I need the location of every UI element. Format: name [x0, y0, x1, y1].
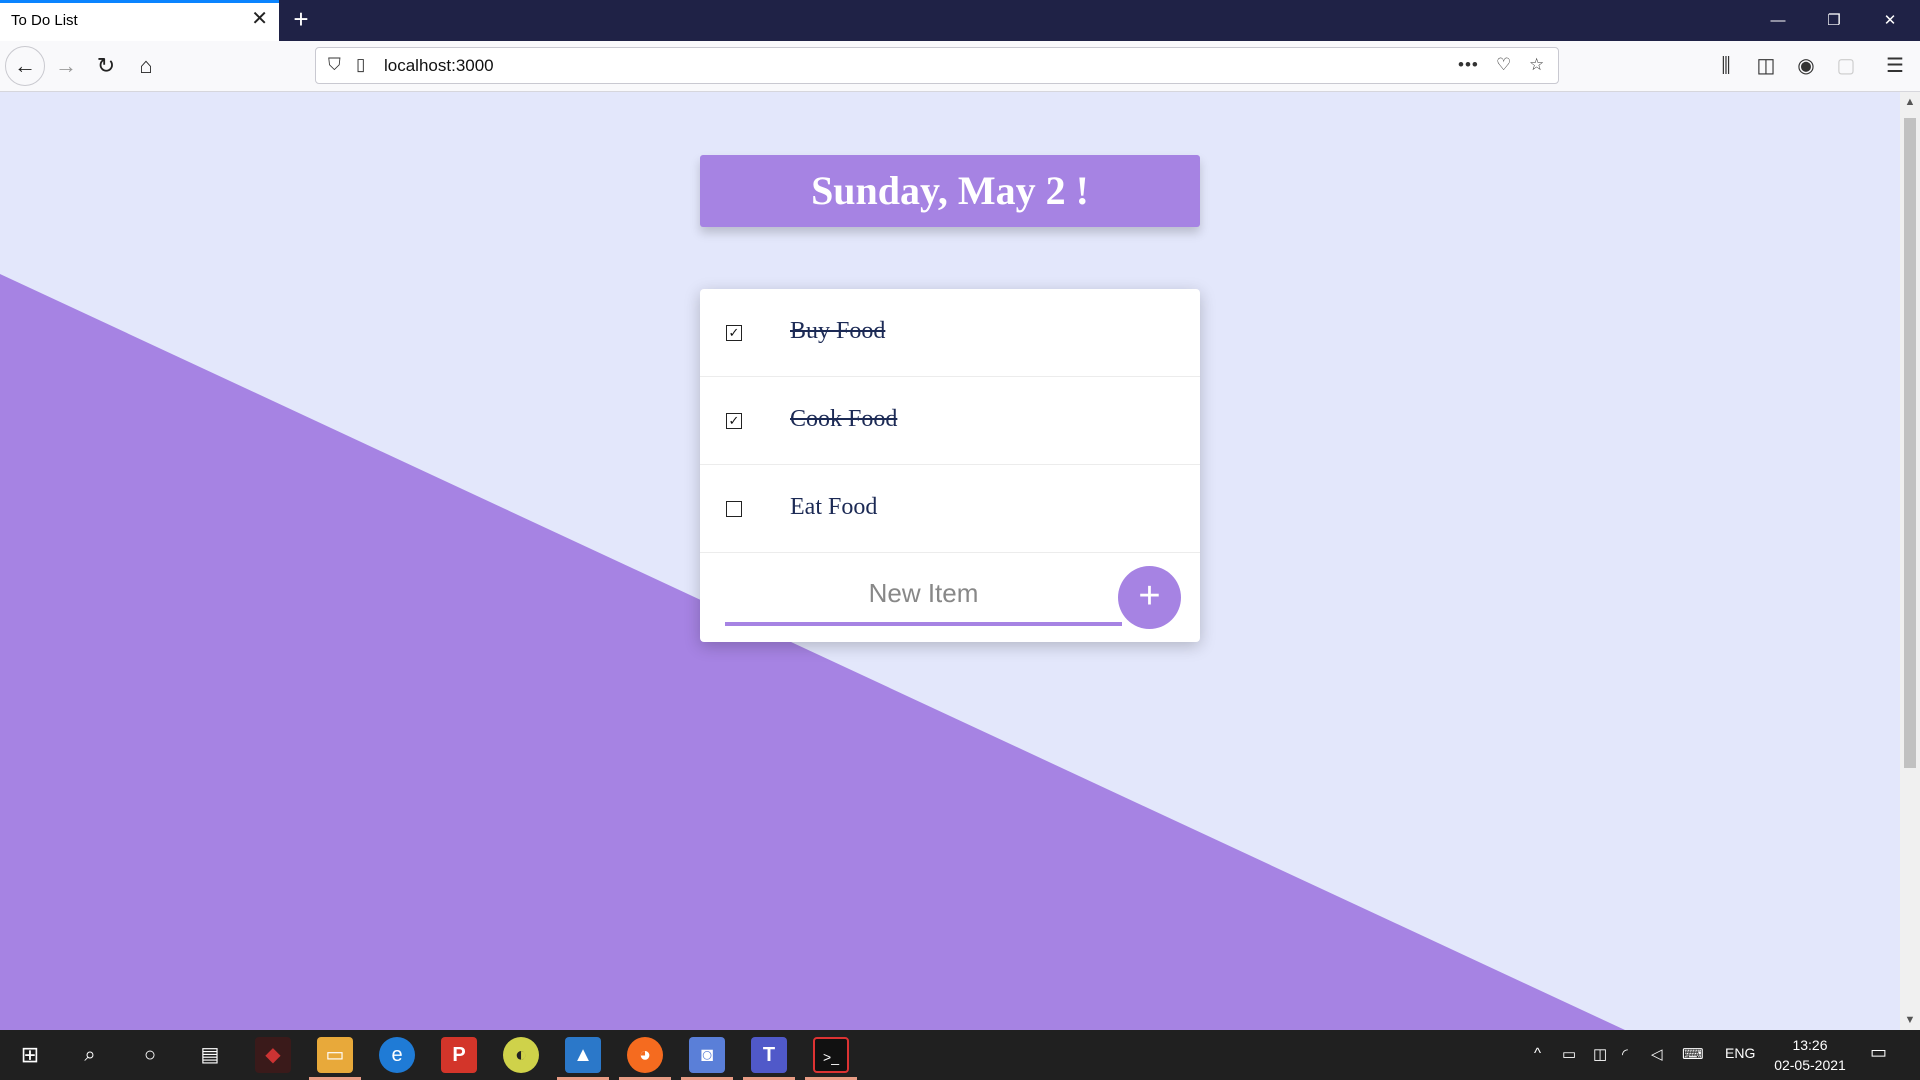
- forward-button[interactable]: →: [48, 48, 84, 84]
- scroll-up-icon[interactable]: ▲: [1900, 92, 1920, 112]
- search-icon[interactable]: ⌕: [72, 1037, 108, 1073]
- item-label: Cook Food: [790, 406, 898, 432]
- predator-app-icon[interactable]: ◆: [255, 1037, 291, 1073]
- clock-date: 02-05-2021: [1774, 1057, 1846, 1073]
- url-text[interactable]: localhost:3000: [384, 56, 494, 76]
- wifi-icon[interactable]: ◜: [1622, 1045, 1628, 1063]
- shield-icon[interactable]: ⛉: [328, 55, 341, 75]
- item-checkbox[interactable]: [726, 501, 742, 517]
- terminal-icon[interactable]: >_: [813, 1037, 849, 1073]
- item-label: Eat Food: [790, 494, 878, 520]
- url-bar[interactable]: ⛉ ▯ localhost:3000 ••• ♡ ☆: [315, 47, 1559, 84]
- clock-time: 13:26: [1792, 1037, 1828, 1053]
- scroll-down-icon[interactable]: ▼: [1900, 1010, 1920, 1030]
- scroll-thumb[interactable]: [1904, 118, 1916, 768]
- volume-icon[interactable]: ◁: [1651, 1045, 1663, 1063]
- restore-button[interactable]: ❐: [1806, 0, 1862, 41]
- close-tab-icon[interactable]: ✕: [251, 9, 268, 29]
- cortana-icon[interactable]: ○: [132, 1037, 168, 1073]
- taskbar: ⊞ ⌕ ○ ▤ ◆ ▭ e P ◐ ▲ ◕ ◙ T >_ ^ ▭ ◫ ◜ ◁ ⌨…: [0, 1030, 1920, 1080]
- add-item-button[interactable]: +: [1118, 566, 1181, 629]
- postman-icon[interactable]: P: [441, 1037, 477, 1073]
- capture-app-icon[interactable]: ◙: [689, 1037, 725, 1073]
- item-label: Buy Food: [790, 318, 886, 344]
- page-heading: Sunday, May 2 !: [700, 155, 1200, 227]
- tab-title: To Do List: [11, 12, 78, 29]
- browser-tab[interactable]: To Do List ✕: [0, 0, 279, 41]
- language-indicator[interactable]: ENG: [1725, 1045, 1755, 1061]
- reload-button[interactable]: ↻: [88, 48, 124, 84]
- clock[interactable]: 13:26 02-05-2021: [1762, 1035, 1858, 1075]
- file-explorer-icon[interactable]: ▭: [317, 1037, 353, 1073]
- teams-icon[interactable]: T: [751, 1037, 787, 1073]
- edge-browser-icon[interactable]: e: [379, 1037, 415, 1073]
- browser-titlebar: To Do List ✕ + — ❐ ✕: [0, 0, 1920, 41]
- bookmark-star-icon[interactable]: ☆: [1529, 55, 1544, 75]
- page-scrollbar[interactable]: ▲ ▼: [1900, 92, 1920, 1030]
- task-view-icon[interactable]: ▤: [192, 1037, 228, 1073]
- notifications-icon[interactable]: ▭: [1870, 1042, 1887, 1063]
- battery-icon[interactable]: ▭: [1562, 1045, 1576, 1063]
- library-icon[interactable]: ⫼: [1712, 52, 1740, 80]
- pocket-icon[interactable]: ♡: [1496, 55, 1511, 75]
- todo-list: ✓ Buy Food ✓ Cook Food Eat Food +: [700, 289, 1200, 642]
- show-hidden-icons[interactable]: ^: [1534, 1045, 1541, 1062]
- new-item-input[interactable]: [725, 565, 1122, 626]
- item-checkbox[interactable]: ✓: [726, 325, 742, 341]
- page-icon: ▯: [356, 55, 366, 74]
- new-item-form: +: [700, 553, 1200, 641]
- account-icon[interactable]: ◉: [1792, 52, 1820, 80]
- browser-navbar: ← → ↻ ⌂ ⛉ ▯ localhost:3000 ••• ♡ ☆ ⫼ ◫ ◉…: [0, 41, 1920, 92]
- page-viewport: Sunday, May 2 ! ✓ Buy Food ✓ Cook Food E…: [0, 92, 1900, 1030]
- list-item: Eat Food: [700, 465, 1200, 553]
- keyboard-icon[interactable]: ⌨: [1682, 1045, 1704, 1063]
- firefox-icon[interactable]: ◕: [627, 1037, 663, 1073]
- new-tab-button[interactable]: +: [287, 6, 315, 34]
- extension-icon[interactable]: ▢: [1832, 52, 1860, 80]
- list-item: ✓ Cook Food: [700, 377, 1200, 465]
- home-button[interactable]: ⌂: [128, 48, 164, 84]
- app-icon[interactable]: ◐: [503, 1037, 539, 1073]
- windows-start-icon[interactable]: ⊞: [12, 1037, 48, 1073]
- minimize-button[interactable]: —: [1750, 0, 1806, 41]
- menu-icon[interactable]: ☰: [1881, 52, 1909, 80]
- meet-now-icon[interactable]: ◫: [1593, 1045, 1607, 1063]
- list-item: ✓ Buy Food: [700, 289, 1200, 377]
- close-window-button[interactable]: ✕: [1862, 0, 1918, 41]
- back-button[interactable]: ←: [5, 46, 45, 86]
- sidebar-icon[interactable]: ◫: [1752, 52, 1780, 80]
- item-checkbox[interactable]: ✓: [726, 413, 742, 429]
- more-actions-icon[interactable]: •••: [1458, 55, 1479, 75]
- photos-icon[interactable]: ▲: [565, 1037, 601, 1073]
